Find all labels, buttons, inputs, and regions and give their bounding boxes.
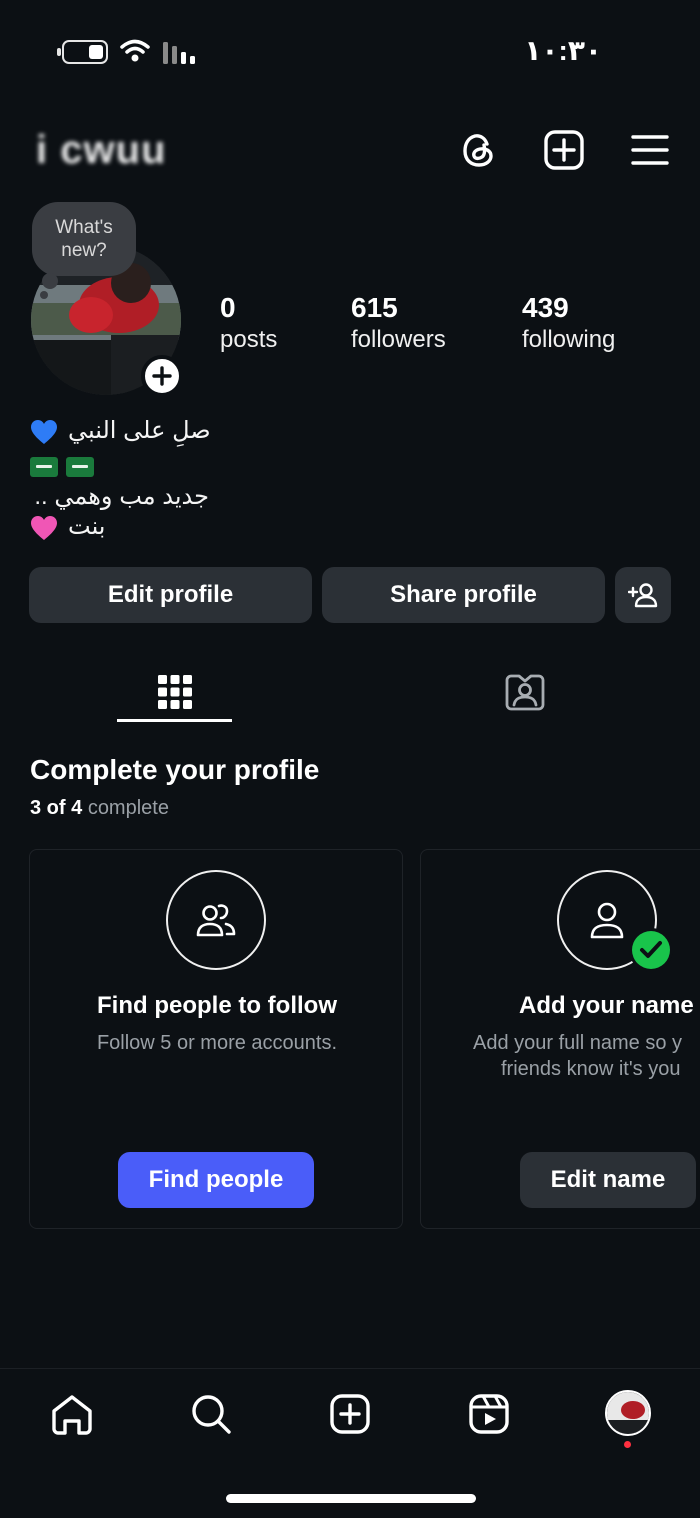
battery-icon bbox=[57, 40, 108, 64]
stat-value: 439 bbox=[522, 292, 569, 323]
card-description: Follow 5 or more accounts. bbox=[96, 1032, 338, 1054]
stat-following[interactable]: 439 following bbox=[522, 292, 615, 356]
stat-followers[interactable]: 615 followers bbox=[351, 292, 446, 356]
people-icon bbox=[196, 904, 236, 937]
pink-heart-icon bbox=[31, 515, 57, 540]
wifi-icon bbox=[120, 39, 150, 62]
bio-line: بنت bbox=[30, 512, 106, 541]
tab-tagged[interactable] bbox=[467, 662, 582, 722]
home-icon[interactable] bbox=[50, 1392, 94, 1436]
person-icon bbox=[590, 902, 624, 939]
share-profile-button[interactable]: Share profile bbox=[322, 567, 605, 623]
bio-text: بنت bbox=[68, 513, 106, 540]
threads-icon[interactable] bbox=[456, 127, 502, 173]
note-bubble[interactable]: What's new? bbox=[32, 202, 136, 276]
note-tail bbox=[40, 291, 48, 299]
stat-label: following bbox=[522, 326, 616, 353]
card-title: Find people to follow bbox=[97, 992, 337, 1019]
menu-icon[interactable] bbox=[627, 127, 673, 173]
tab-posts-grid[interactable] bbox=[117, 662, 232, 722]
note-tail bbox=[42, 273, 58, 289]
reels-icon[interactable] bbox=[467, 1392, 511, 1436]
stat-value: 615 bbox=[351, 292, 398, 323]
add-story-button[interactable] bbox=[141, 355, 183, 397]
edit-profile-button[interactable]: Edit profile bbox=[29, 567, 312, 623]
create-icon[interactable] bbox=[328, 1392, 372, 1436]
card-description: friends know it's you bbox=[501, 1058, 681, 1080]
card-find-people: Find people to follow Follow 5 or more a… bbox=[29, 849, 403, 1229]
bio-text: جديد مب وهمي .. bbox=[34, 483, 209, 510]
status-time: ١٠:٣٠ bbox=[524, 35, 602, 66]
saudi-flag-icon bbox=[66, 456, 94, 477]
progress-suffix: complete bbox=[87, 797, 169, 819]
search-icon[interactable] bbox=[189, 1392, 233, 1436]
card-description: Add your full name so y bbox=[473, 1032, 682, 1054]
stat-label: followers bbox=[351, 326, 446, 353]
bio-flags bbox=[30, 452, 102, 480]
stat-value: 0 bbox=[220, 292, 236, 323]
card-title: Add your name bbox=[519, 992, 694, 1019]
progress-count: 3 of 4 bbox=[30, 797, 83, 819]
add-person-icon bbox=[628, 583, 658, 608]
people-icon-circle bbox=[166, 870, 266, 970]
edit-name-button[interactable]: Edit name bbox=[520, 1152, 696, 1208]
bio-text: صلِ على النبي bbox=[68, 417, 211, 444]
find-people-button[interactable]: Find people bbox=[118, 1152, 314, 1208]
username[interactable]: i cwuu bbox=[36, 128, 166, 173]
create-post-icon[interactable] bbox=[541, 127, 587, 173]
complete-profile-title: Complete your profile bbox=[30, 754, 320, 785]
profile-tab-avatar[interactable] bbox=[605, 1390, 651, 1436]
grid-icon bbox=[157, 675, 192, 709]
stat-posts[interactable]: 0 posts bbox=[220, 292, 277, 356]
stat-label: posts bbox=[220, 326, 278, 353]
done-badge bbox=[629, 928, 673, 972]
add-friend-button[interactable] bbox=[615, 567, 671, 623]
tagged-person-icon bbox=[505, 674, 544, 711]
bio-line: صلِ على النبي bbox=[30, 416, 211, 445]
card-add-name: Add your name Add your full name so y fr… bbox=[420, 849, 700, 1229]
notification-dot bbox=[624, 1441, 631, 1448]
saudi-flag-icon bbox=[30, 456, 58, 477]
check-icon bbox=[632, 931, 670, 969]
active-tab-indicator bbox=[117, 719, 232, 722]
signal-icon bbox=[163, 42, 195, 64]
blue-heart-icon bbox=[31, 419, 57, 444]
complete-profile-progress: 3 of 4 complete bbox=[30, 797, 169, 820]
home-indicator[interactable] bbox=[226, 1494, 476, 1503]
